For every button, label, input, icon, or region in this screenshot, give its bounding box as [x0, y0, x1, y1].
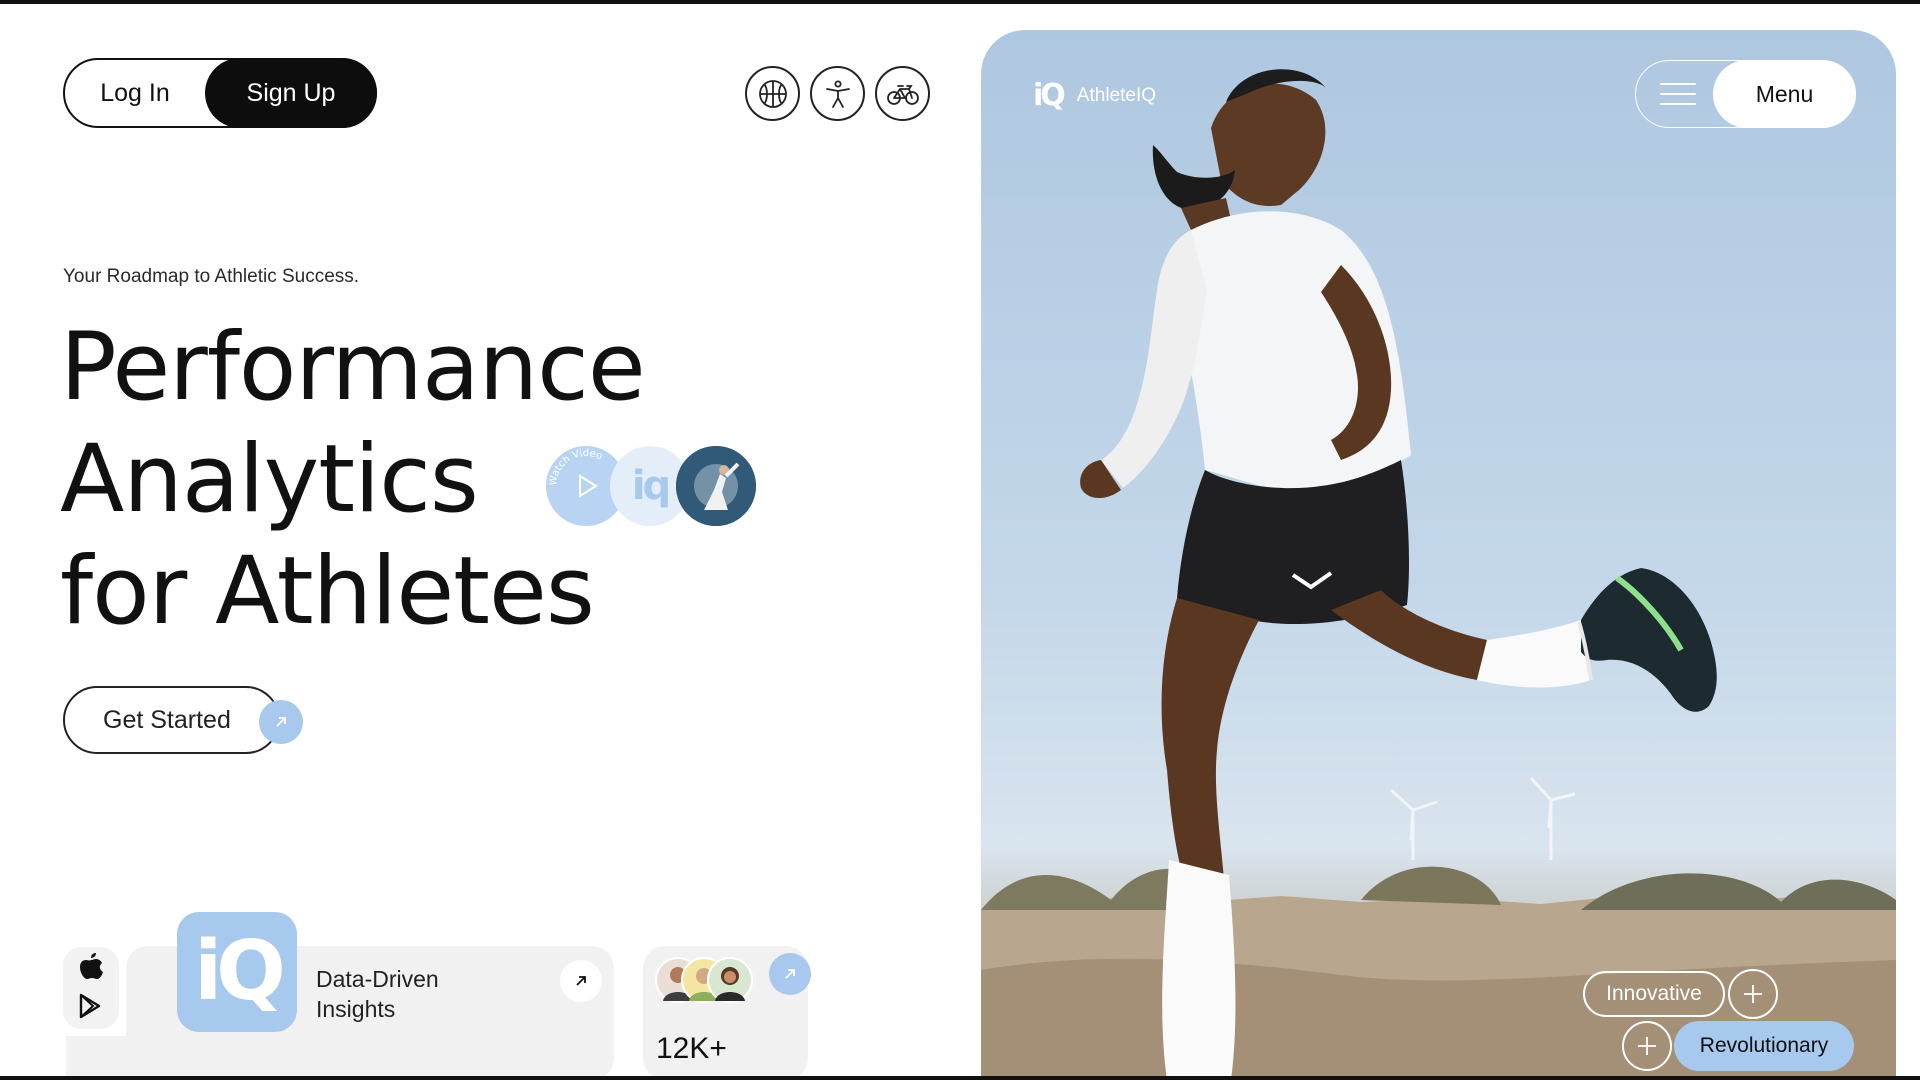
plus-icon[interactable]	[1622, 1021, 1672, 1071]
tagline: Your Roadmap to Athletic Success.	[63, 266, 360, 287]
menu-button[interactable]: Menu	[1713, 60, 1856, 128]
arrow-up-right-icon[interactable]	[560, 960, 602, 1002]
headline-line: for Athletes	[60, 537, 595, 646]
hero-image	[981, 30, 1896, 1080]
arrow-up-right-icon[interactable]	[259, 700, 303, 744]
google-play-icon[interactable]	[78, 993, 104, 1024]
svg-text:Watch Video: Watch Video	[548, 448, 604, 486]
signup-button[interactable]: Sign Up	[205, 58, 377, 128]
headline-line: Performance	[60, 313, 646, 422]
app-store-links	[63, 947, 119, 1029]
auth-toggle: Log In Sign Up	[63, 58, 377, 128]
bottom-border	[0, 1076, 1920, 1080]
accessibility-icon[interactable]	[810, 66, 865, 121]
iq-logo-icon: iq	[631, 463, 671, 509]
plus-icon[interactable]	[1728, 969, 1778, 1019]
media-bubbles: Watch Video iq	[546, 446, 761, 528]
top-border	[0, 0, 1920, 4]
tag-innovative[interactable]: Innovative	[1583, 971, 1725, 1017]
avatar	[707, 957, 753, 1003]
bicycle-icon[interactable]	[875, 66, 930, 121]
brand-name: AthleteIQ	[1076, 84, 1157, 106]
sport-filters	[745, 66, 930, 121]
basketball-icon[interactable]	[745, 66, 800, 121]
hamburger-icon[interactable]	[1660, 77, 1696, 111]
avatar-group	[655, 957, 755, 1007]
insight-text: Data-Driven Insights	[316, 966, 439, 1022]
brand[interactable]: iQ AthleteIQ	[1033, 78, 1156, 113]
apple-icon[interactable]	[78, 952, 104, 985]
iq-logo-icon: iQ	[1033, 78, 1066, 113]
login-button[interactable]: Log In	[65, 60, 205, 126]
stats-value: 12K+	[656, 1032, 727, 1065]
get-started-button[interactable]: Get Started	[63, 686, 280, 754]
athlete-photo-bubble	[676, 446, 756, 526]
watch-video-label: Watch Video	[548, 448, 604, 486]
runner-photo	[981, 69, 1896, 1080]
tag-revolutionary[interactable]: Revolutionary	[1674, 1021, 1854, 1071]
iq-app-icon: iQ	[177, 912, 297, 1032]
arrow-up-right-icon[interactable]	[769, 953, 811, 995]
